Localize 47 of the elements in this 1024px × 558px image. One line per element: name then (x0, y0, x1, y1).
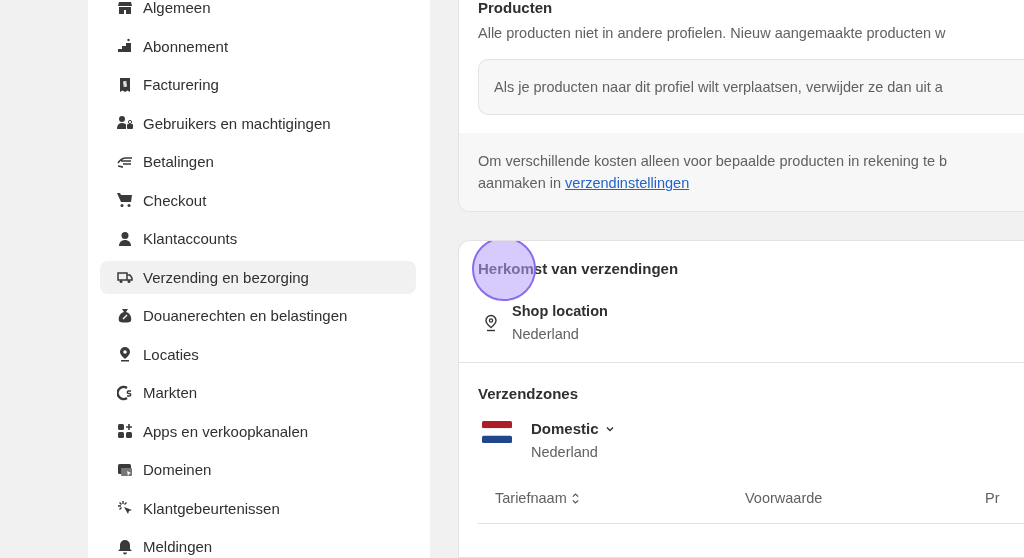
settings-link[interactable]: verzendinstellingen (565, 175, 690, 191)
column-header: Voorwaarde (745, 490, 824, 506)
apps-icon (117, 423, 133, 439)
sort-icon (570, 491, 580, 505)
sidebar-item[interactable]: Markten (100, 376, 416, 409)
browser-icon (117, 461, 133, 478)
sidebar-item[interactable]: Meldingen (100, 530, 416, 558)
sidebar-item[interactable]: Betalingen (100, 145, 416, 178)
section-title: Producten (478, 0, 554, 16)
cursor-click-icon (117, 500, 133, 516)
globe-icon (117, 384, 133, 401)
sidebar-item[interactable]: Domeinen (100, 453, 416, 486)
description-text: Alle producten niet in andere profielen. Nieuw aangemaakte producten w (478, 25, 947, 41)
section-title: Verzendzones (478, 385, 580, 402)
person-icon (117, 230, 133, 247)
receipt-icon (117, 76, 133, 93)
sidebar-item[interactable]: Gebruikers en machtigingen (100, 106, 416, 140)
sidebar-item[interactable]: Klantaccounts (100, 222, 416, 255)
sidebar-item[interactable]: Facturering (100, 68, 416, 101)
flag-icon (482, 421, 512, 443)
location-name: Shop location (512, 303, 608, 319)
sidebar-item[interactable]: Douanerechten en belastingen (100, 299, 416, 332)
bell-icon (117, 538, 133, 555)
sidebar-item[interactable]: Abonnement (100, 29, 416, 63)
truck-icon (117, 269, 133, 285)
users-icon (117, 115, 133, 131)
column-header[interactable]: Tariefnaam (495, 490, 745, 506)
cart-icon (117, 192, 133, 208)
sidebar-item[interactable]: Checkout (100, 183, 416, 217)
location-pin-icon (483, 313, 499, 332)
steps-icon (117, 38, 133, 54)
zone-country: Nederland (531, 444, 599, 460)
section-title: Herkomst van verzendingen (478, 260, 680, 277)
footer-text: aanmaken in (478, 175, 562, 191)
info-banner: Als je producten naar dit profiel wilt verplaatsen, verwijder ze dan uit a (478, 59, 1024, 115)
footer-text: Om verschillende kosten alleen voor bepaalde producten in rekening te b (478, 153, 949, 169)
money-bag-icon (117, 307, 133, 324)
column-header: Pr (985, 490, 1000, 506)
sidebar-item[interactable]: Verzending en bezorging (100, 260, 416, 294)
sidebar-item[interactable]: Locaties (100, 337, 416, 371)
location-country: Nederland (512, 326, 580, 342)
sidebar-item[interactable]: Apps en verkoopkanalen (100, 414, 416, 448)
store-icon (117, 0, 133, 16)
zone-dropdown[interactable]: Domestic (531, 420, 615, 437)
sidebar-item[interactable]: Klantgebeurtenissen (100, 491, 416, 525)
location-pin-icon (117, 346, 133, 362)
sidebar-item[interactable]: Algemeen (100, 0, 416, 24)
